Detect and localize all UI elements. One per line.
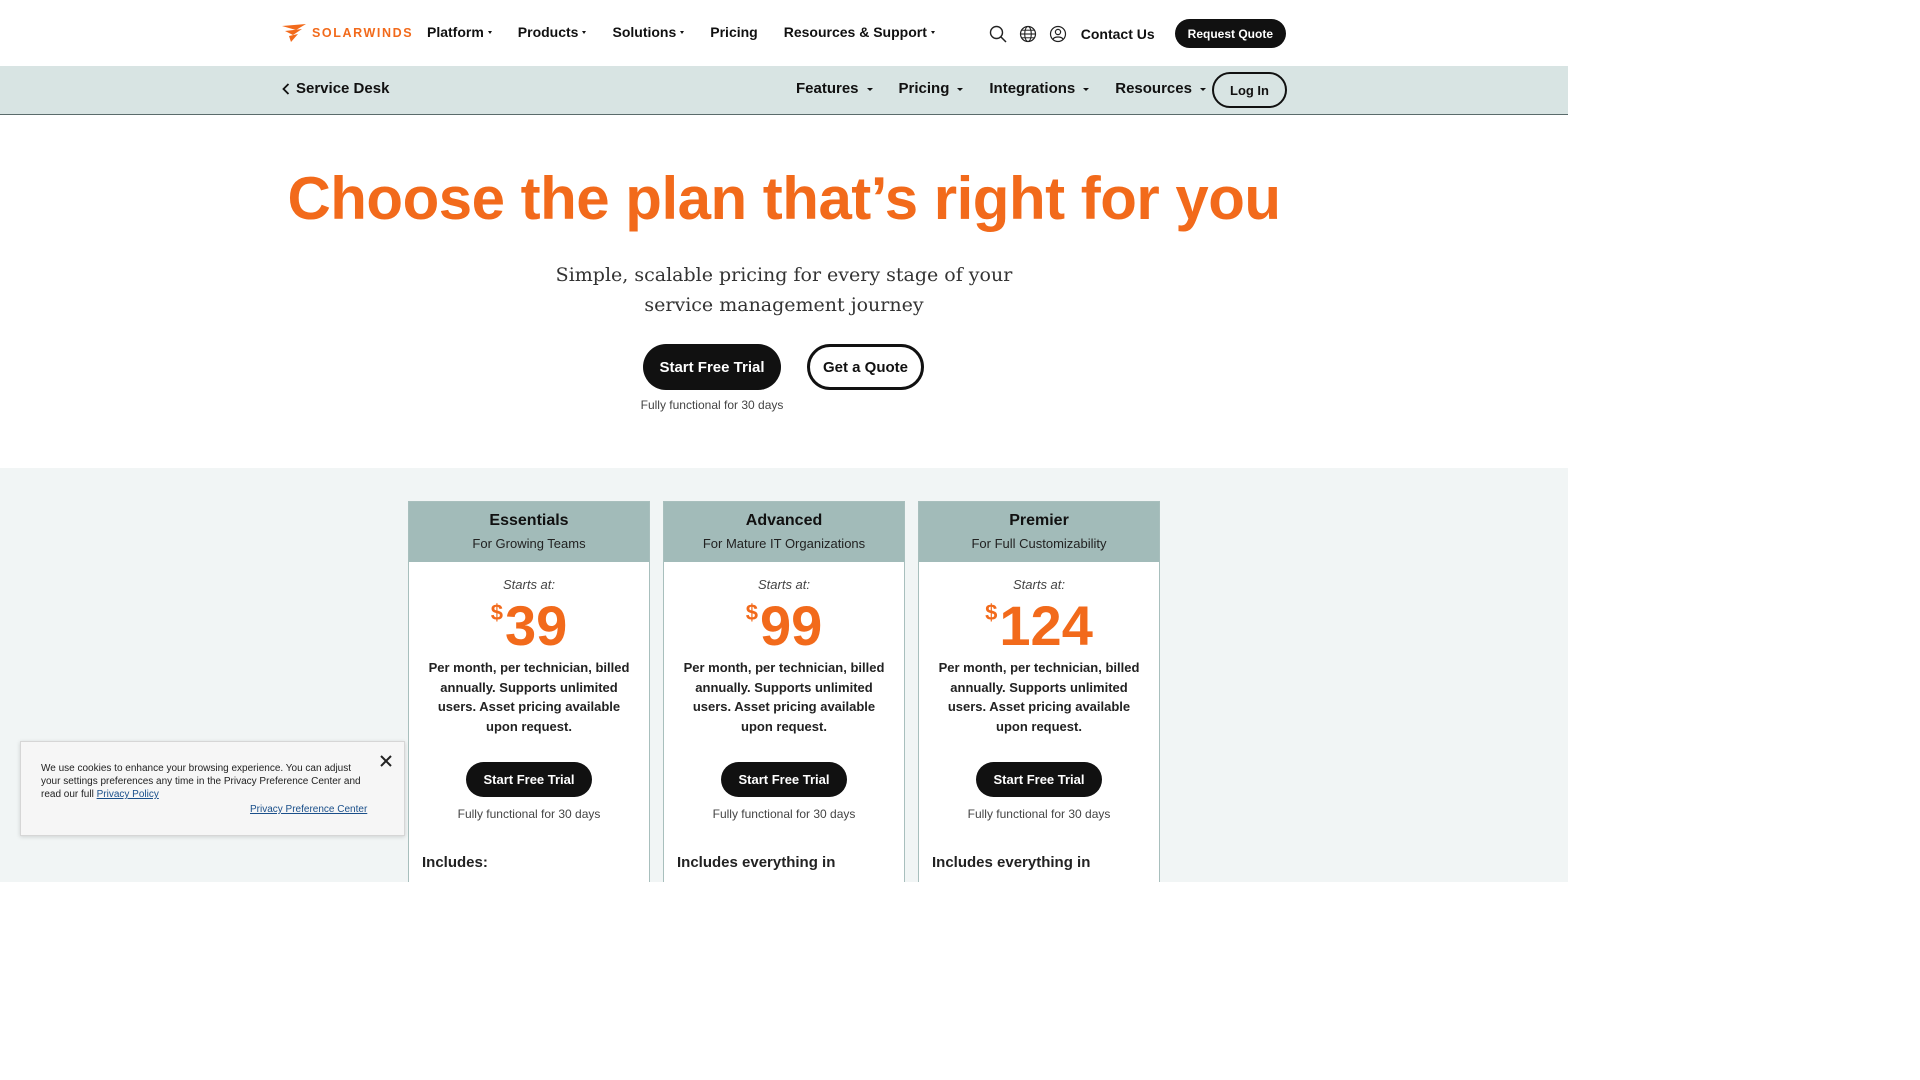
back-label: Service Desk — [296, 80, 390, 97]
plan-header: Essentials For Growing Teams — [409, 502, 649, 562]
subnav-pricing[interactable]: Pricing — [899, 80, 964, 97]
menu-platform-label: Platform — [427, 24, 484, 40]
currency-symbol: $ — [985, 600, 998, 625]
plan-name: Advanced — [745, 512, 823, 529]
subnav-integrations-label: Integrations — [989, 80, 1076, 97]
contact-us-link[interactable]: Contact Us — [1081, 26, 1155, 42]
plan-start-trial-button[interactable]: Start Free Trial — [466, 762, 592, 797]
privacy-policy-link[interactable]: Privacy Policy — [97, 789, 159, 800]
plan-header: Premier For Full Customizability — [919, 502, 1159, 562]
chevron-down-icon — [487, 31, 492, 34]
get-a-quote-button[interactable]: Get a Quote — [807, 344, 924, 390]
subnav-pricing-label: Pricing — [898, 80, 950, 97]
menu-solutions-label: Solutions — [612, 24, 677, 40]
menu-resources-support-label: Resources & Support — [783, 24, 927, 40]
chevron-left-icon — [282, 82, 290, 95]
chevron-down-icon — [1199, 88, 1206, 91]
subnav-features-label: Features — [796, 80, 859, 97]
price-amount: 99 — [759, 594, 823, 657]
plan-includes-heading: Includes: — [422, 854, 488, 871]
plan-start-trial-button[interactable]: Start Free Trial — [721, 762, 847, 797]
price-description: Per month, per technician, billed annual… — [683, 660, 885, 734]
price-description: Per month, per technician, billed annual… — [938, 660, 1140, 734]
menu-products-label: Products — [517, 24, 579, 40]
starts-at-label: Starts at: — [1012, 577, 1066, 592]
page-subtitle: Simple, scalable pricing for every stage… — [555, 264, 1013, 316]
plan-price: $ 39 — [409, 596, 649, 658]
starts-at-label: Starts at: — [757, 577, 811, 592]
subnav-integrations[interactable]: Integrations — [989, 80, 1090, 97]
plan-card-premier: Premier For Full Customizability Starts … — [918, 501, 1160, 882]
main-menu: Platform Products Solutions Pricing Reso… — [427, 24, 961, 40]
plan-card-essentials: Essentials For Growing Teams Starts at: … — [408, 501, 650, 882]
menu-platform[interactable]: Platform — [427, 24, 492, 40]
solarwinds-logo[interactable]: SOLARWINDS — [282, 23, 413, 43]
menu-resources-support[interactable]: Resources & Support — [784, 24, 935, 40]
chevron-down-icon — [1083, 88, 1090, 91]
chevron-down-icon — [680, 31, 685, 34]
starts-at-label: Starts at: — [502, 577, 556, 592]
plan-start-trial-button[interactable]: Start Free Trial — [976, 762, 1102, 797]
user-icon[interactable] — [1049, 25, 1067, 43]
plan-tagline: For Growing Teams — [472, 536, 586, 551]
cookie-banner: We use cookies to enhance your browsing … — [20, 741, 405, 836]
cookie-message: We use cookies to enhance your browsing … — [41, 763, 361, 800]
subnav-menu: Features Pricing Integrations Resources — [796, 80, 1232, 97]
currency-symbol: $ — [745, 600, 758, 625]
plan-name: Premier — [1009, 512, 1069, 529]
top-right-actions: Contact Us Request Quote — [989, 19, 1286, 48]
plan-trial-note: Fully functional for 30 days — [457, 807, 601, 821]
chevron-down-icon — [957, 88, 964, 91]
search-icon[interactable] — [989, 25, 1007, 43]
start-free-trial-button[interactable]: Start Free Trial — [643, 344, 781, 390]
top-navigation: SOLARWINDS Platform Products Solutions P… — [0, 0, 1568, 66]
price-amount: 39 — [504, 594, 568, 657]
chevron-down-icon — [582, 31, 587, 34]
plan-card-advanced: Advanced For Mature IT Organizations Sta… — [663, 501, 905, 882]
price-amount: 124 — [999, 594, 1093, 657]
cookie-text: We use cookies to enhance your browsing … — [41, 762, 371, 801]
plan-trial-note: Fully functional for 30 days — [967, 807, 1111, 821]
plan-tagline: For Full Customizability — [971, 536, 1107, 551]
menu-solutions[interactable]: Solutions — [612, 24, 685, 40]
request-quote-button[interactable]: Request Quote — [1174, 19, 1286, 48]
close-icon[interactable] — [379, 754, 393, 768]
price-description: Per month, per technician, billed annual… — [428, 660, 630, 734]
menu-pricing-label: Pricing — [710, 24, 758, 40]
plan-includes-heading: Includes everything in — [677, 854, 836, 871]
page-title: Choose the plan that’s right for you — [287, 165, 1281, 232]
plan-price: $ 124 — [919, 596, 1159, 658]
chevron-down-icon — [930, 31, 935, 34]
solarwinds-logo-icon — [282, 24, 306, 42]
plan-tagline: For Mature IT Organizations — [702, 536, 866, 551]
plan-includes-heading: Includes everything in — [932, 854, 1091, 871]
log-in-button[interactable]: Log In — [1212, 72, 1287, 108]
logo-text: SOLARWINDS — [312, 26, 414, 40]
subnav-features[interactable]: Features — [796, 80, 873, 97]
menu-products[interactable]: Products — [518, 24, 587, 40]
back-to-service-desk[interactable]: Service Desk — [282, 80, 389, 97]
trial-note: Fully functional for 30 days — [640, 398, 784, 412]
plan-price: $ 99 — [664, 596, 904, 658]
product-subnav: Service Desk Features Pricing Integratio… — [0, 66, 1568, 115]
subnav-resources[interactable]: Resources — [1115, 80, 1206, 97]
currency-symbol: $ — [490, 600, 503, 625]
chevron-down-icon — [866, 88, 873, 91]
globe-icon[interactable] — [1019, 25, 1037, 43]
privacy-preference-center-link[interactable]: Privacy Preference Center — [250, 804, 367, 815]
menu-pricing[interactable]: Pricing — [710, 24, 757, 40]
plan-trial-note: Fully functional for 30 days — [712, 807, 856, 821]
plan-name: Essentials — [489, 512, 569, 529]
subnav-resources-label: Resources — [1115, 80, 1192, 97]
plan-header: Advanced For Mature IT Organizations — [664, 502, 904, 562]
